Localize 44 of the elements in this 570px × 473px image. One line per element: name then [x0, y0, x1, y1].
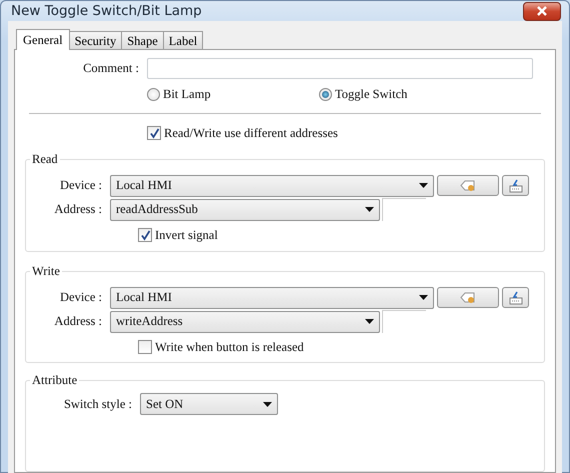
dropdown-arrow-icon: [419, 295, 428, 300]
dropdown[interactable]: Local HMI: [110, 174, 434, 197]
import-button[interactable]: [502, 175, 529, 196]
tab[interactable]: General: [16, 29, 70, 50]
checkbox-label: Invert signal: [155, 226, 218, 244]
tab[interactable]: Security: [68, 31, 122, 50]
dropdown-arrow-icon: [365, 207, 374, 212]
tag-button[interactable]: [437, 287, 499, 308]
field-label: Switch style :: [62, 396, 133, 413]
dropdown[interactable]: readAddressSub: [110, 198, 380, 221]
dropdown-arrow-icon: [263, 402, 272, 407]
tag-icon: [460, 180, 476, 192]
tab[interactable]: Label: [162, 31, 204, 50]
dropdown-arrow-icon: [419, 183, 428, 188]
close-icon: [537, 6, 547, 16]
tag-icon: [460, 292, 476, 304]
checkbox[interactable]: [147, 126, 161, 140]
checkbox[interactable]: [138, 228, 152, 242]
address-field[interactable]: [382, 198, 426, 221]
dropdown[interactable]: writeAddress: [110, 310, 380, 332]
import-button[interactable]: [502, 287, 529, 308]
radio-label: Toggle Switch: [335, 86, 408, 104]
field-label: Device :: [59, 289, 103, 306]
import-icon: [508, 290, 522, 304]
close-button[interactable]: [523, 2, 561, 21]
field-label: Address :: [53, 201, 103, 218]
dropdown[interactable]: Local HMI: [110, 286, 434, 308]
checkbox-label: Read/Write use different addresses: [164, 125, 338, 142]
field-label: Address :: [53, 313, 103, 330]
tab[interactable]: Shape: [121, 31, 164, 50]
tag-button[interactable]: [437, 175, 499, 196]
comment-field[interactable]: [147, 58, 533, 80]
import-icon: [508, 178, 522, 193]
window-title: New Toggle Switch/Bit Lamp: [11, 2, 203, 21]
address-field[interactable]: [382, 310, 426, 332]
checkbox[interactable]: [138, 340, 152, 354]
radio-label: Bit Lamp: [163, 86, 211, 104]
dropdown[interactable]: Set ON: [140, 393, 278, 416]
field-label: Comment :: [82, 60, 140, 78]
radio-button[interactable]: [147, 88, 160, 102]
checkbox-label: Write when button is released: [155, 338, 304, 356]
radio-button[interactable]: [319, 88, 332, 102]
dropdown-arrow-icon: [365, 319, 374, 324]
field-label: Device :: [59, 177, 103, 194]
